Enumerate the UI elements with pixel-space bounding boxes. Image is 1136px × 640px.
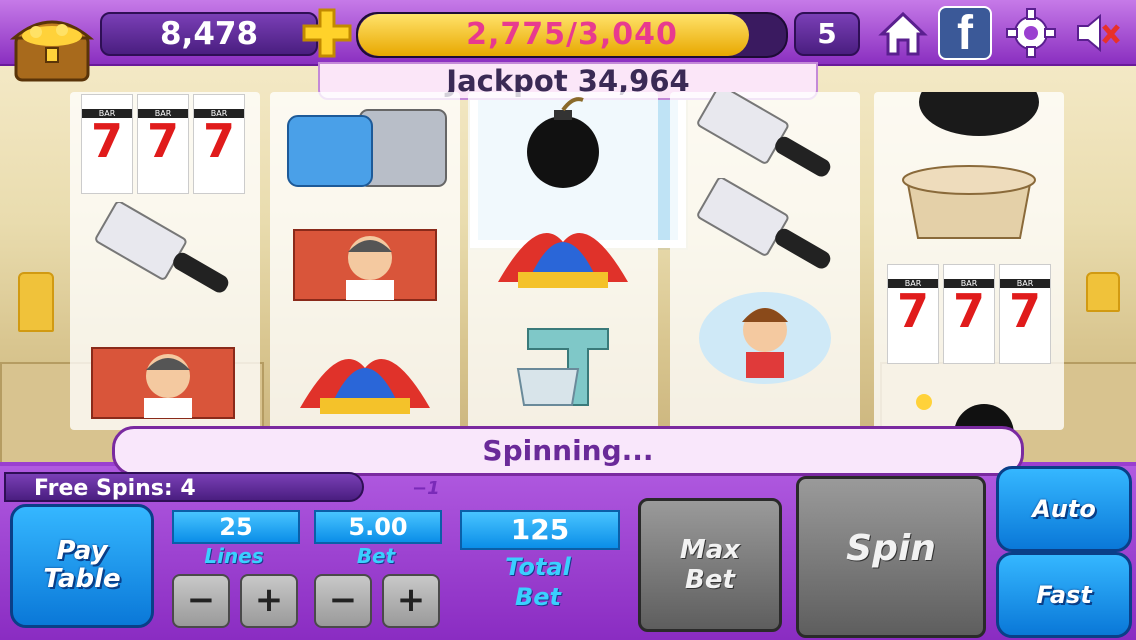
speaker-muted-icon[interactable] — [1070, 6, 1124, 60]
seven-bar-cherry-symbol: BAR 7 BAR 7 BAR 7 — [78, 94, 248, 194]
treasure-chest-icon[interactable] — [6, 2, 98, 88]
xp-progress-text: 2,775/3,040 — [466, 17, 678, 52]
jester-hat-symbol — [478, 202, 648, 302]
xp-progress-bar: 2,775/3,040 — [356, 12, 788, 58]
chef-man-symbol — [280, 214, 450, 314]
total-bet-label-line2: Bet — [514, 583, 562, 611]
stand-mixer-symbol — [478, 314, 648, 414]
free-spins-delta: −1 — [412, 478, 440, 499]
seven-label: 7 — [146, 114, 179, 168]
seven-bar-cherry-symbol: BAR 7 BAR 7 BAR 7 — [884, 264, 1054, 364]
seven-label: 7 — [202, 114, 235, 168]
level-badge: 5 — [794, 12, 860, 56]
auto-button[interactable]: Auto — [996, 466, 1132, 552]
cooking-pot-symbol — [884, 148, 1054, 248]
seven-label: 7 — [952, 284, 985, 338]
lines-value: 25 — [172, 510, 300, 544]
total-bet-label: Total Bet — [460, 552, 616, 632]
juice-glass — [1086, 272, 1120, 312]
pay-table-label-line2: Table — [43, 564, 121, 594]
bet-increase-button[interactable]: + — [382, 574, 440, 628]
spin-button[interactable]: Spin — [796, 476, 986, 638]
reel-2 — [270, 92, 460, 430]
bet-decrease-button[interactable]: − — [314, 574, 372, 628]
cleaver-symbol — [680, 178, 850, 278]
lines-label: Lines — [204, 544, 264, 568]
bomb-symbol — [478, 96, 648, 196]
oil-bottle — [18, 272, 54, 332]
seven-label: 7 — [896, 284, 929, 338]
home-icon[interactable] — [876, 6, 930, 60]
lines-decrease-button[interactable]: − — [172, 574, 230, 628]
max-bet-label-line1: Max — [679, 535, 741, 565]
bet-value: 5.00 — [314, 510, 442, 544]
jester-hat-symbol — [280, 328, 450, 428]
total-bet-value: 125 — [460, 510, 620, 550]
pay-table-button[interactable]: Pay Table — [10, 504, 154, 628]
lines-increase-button[interactable]: + — [240, 574, 298, 628]
pay-table-label-line1: Pay — [56, 536, 108, 566]
seven-label: 7 — [90, 114, 123, 168]
free-spins-counter: Free Spins: 4 — [4, 472, 364, 502]
facebook-icon[interactable]: f — [938, 6, 992, 60]
reel-5: BAR 7 BAR 7 BAR 7 — [874, 92, 1064, 430]
reel-4 — [670, 92, 860, 430]
max-bet-label-line2: Bet — [685, 565, 735, 595]
bomb-symbol — [884, 374, 1054, 430]
reel-3 — [468, 92, 658, 430]
chef-man-symbol — [78, 332, 248, 430]
food-processor-symbol — [280, 96, 450, 196]
plus-icon[interactable] — [300, 6, 354, 60]
reel-1: BAR 7 BAR 7 BAR 7 — [70, 92, 260, 430]
seven-label: 7 — [1008, 284, 1041, 338]
bet-label: Bet — [356, 544, 396, 568]
max-bet-button[interactable]: Max Bet — [638, 498, 782, 632]
total-bet-label-line1: Total — [505, 553, 571, 581]
fast-button[interactable]: Fast — [996, 552, 1132, 638]
status-message: Spinning... — [112, 426, 1024, 476]
facebook-letter: f — [957, 7, 973, 60]
coin-balance: 8,478 — [100, 12, 318, 56]
cleaver-symbol — [680, 92, 850, 186]
chef-woman-symbol — [680, 288, 850, 388]
gear-icon[interactable] — [1004, 6, 1058, 60]
cleaver-symbol — [78, 202, 248, 302]
